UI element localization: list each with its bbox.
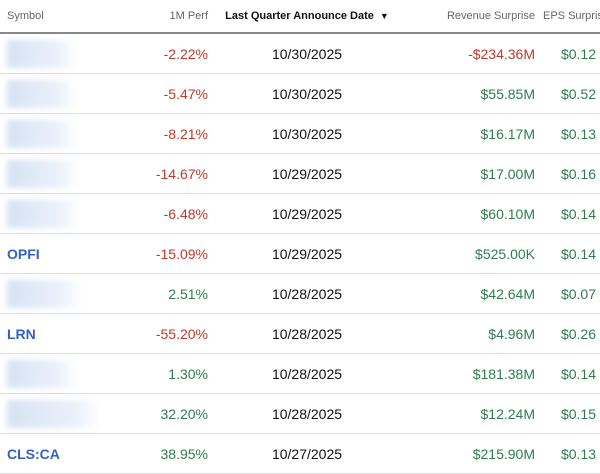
redacted-symbol — [7, 399, 102, 428]
date-cell: 10/29/2025 — [212, 233, 402, 274]
table-row[interactable]: -5.47% 10/30/2025 $55.85M $0.52 — [0, 73, 600, 114]
eps-surprise-cell: $0.52 — [539, 73, 600, 114]
symbol-link[interactable]: OPFI — [0, 233, 110, 274]
perf-cell: 1.30% — [110, 353, 212, 394]
table-row[interactable]: -14.67% 10/29/2025 $17.00M $0.16 — [0, 153, 600, 194]
revenue-surprise-cell: $55.85M — [402, 73, 539, 114]
header-1m-perf[interactable]: 1M Perf — [110, 0, 212, 34]
date-cell: 10/30/2025 — [212, 33, 402, 74]
redacted-symbol — [7, 79, 77, 108]
symbol-cell[interactable] — [0, 153, 110, 194]
perf-cell: -5.47% — [110, 73, 212, 114]
redacted-symbol — [7, 359, 77, 388]
table-row[interactable]: OPFI -15.09% 10/29/2025 $525.00K $0.14 — [0, 233, 600, 274]
symbol-cell[interactable] — [0, 193, 110, 234]
symbol-link[interactable]: CLS:CA — [0, 433, 110, 474]
eps-surprise-cell: $0.07 — [539, 273, 600, 314]
perf-cell: 2.51% — [110, 273, 212, 314]
table-row[interactable]: LRN -55.20% 10/28/2025 $4.96M $0.26 — [0, 313, 600, 354]
sort-desc-icon: ▼ — [379, 11, 389, 21]
date-cell: 10/30/2025 — [212, 113, 402, 154]
header-announce-date-label: Last Quarter Announce Date — [225, 10, 374, 22]
revenue-surprise-cell: $60.10M — [402, 193, 539, 234]
date-cell: 10/30/2025 — [212, 73, 402, 114]
table-row[interactable]: -8.21% 10/30/2025 $16.17M $0.13 — [0, 113, 600, 154]
perf-cell: -55.20% — [110, 313, 212, 354]
date-cell: 10/29/2025 — [212, 193, 402, 234]
header-symbol[interactable]: Symbol — [0, 0, 110, 34]
table-row[interactable]: 32.20% 10/28/2025 $12.24M $0.15 — [0, 393, 600, 434]
perf-cell: -15.09% — [110, 233, 212, 274]
eps-surprise-cell: $0.26 — [539, 313, 600, 354]
revenue-surprise-cell: $42.64M — [402, 273, 539, 314]
symbol-cell[interactable] — [0, 393, 110, 434]
redacted-symbol — [7, 159, 79, 188]
symbol-cell[interactable] — [0, 273, 110, 314]
symbol-link[interactable]: LRN — [0, 313, 110, 354]
perf-cell: -2.22% — [110, 33, 212, 74]
revenue-surprise-cell: $215.90M — [402, 433, 539, 474]
revenue-surprise-cell: $181.38M — [402, 353, 539, 394]
header-announce-date[interactable]: Last Quarter Announce Date ▼ — [212, 0, 402, 34]
header-row: Symbol 1M Perf Last Quarter Announce Dat… — [0, 0, 600, 34]
revenue-surprise-cell: $4.96M — [402, 313, 539, 354]
table-row[interactable]: 1.30% 10/28/2025 $181.38M $0.14 — [0, 353, 600, 394]
symbol-cell[interactable] — [0, 353, 110, 394]
table-row[interactable]: -2.22% 10/30/2025 -$234.36M $0.12 — [0, 33, 600, 74]
revenue-surprise-cell: $525.00K — [402, 233, 539, 274]
redacted-symbol — [7, 119, 77, 148]
perf-cell: 38.95% — [110, 433, 212, 474]
table-row[interactable]: -6.48% 10/29/2025 $60.10M $0.14 — [0, 193, 600, 234]
symbol-cell[interactable] — [0, 33, 110, 74]
perf-cell: -14.67% — [110, 153, 212, 194]
eps-surprise-cell: $0.14 — [539, 193, 600, 234]
eps-surprise-cell: $0.12 — [539, 33, 600, 74]
redacted-symbol — [7, 279, 82, 308]
eps-surprise-cell: $0.14 — [539, 233, 600, 274]
revenue-surprise-cell: -$234.36M — [402, 33, 539, 74]
date-cell: 10/28/2025 — [212, 393, 402, 434]
earnings-table: Symbol 1M Perf Last Quarter Announce Dat… — [0, 0, 600, 474]
eps-surprise-cell: $0.15 — [539, 393, 600, 434]
symbol-cell[interactable] — [0, 73, 110, 114]
date-cell: 10/28/2025 — [212, 353, 402, 394]
redacted-symbol — [7, 199, 79, 228]
perf-cell: -6.48% — [110, 193, 212, 234]
redacted-symbol — [7, 39, 77, 68]
symbol-cell[interactable] — [0, 113, 110, 154]
eps-surprise-cell: $0.13 — [539, 433, 600, 474]
eps-surprise-cell: $0.14 — [539, 353, 600, 394]
header-revenue-surprise[interactable]: Revenue Surprise — [402, 0, 539, 34]
date-cell: 10/28/2025 — [212, 273, 402, 314]
table-row[interactable]: CLS:CA 38.95% 10/27/2025 $215.90M $0.13 — [0, 433, 600, 474]
eps-surprise-cell: $0.13 — [539, 113, 600, 154]
table-row[interactable]: 2.51% 10/28/2025 $42.64M $0.07 — [0, 273, 600, 314]
date-cell: 10/29/2025 — [212, 153, 402, 194]
perf-cell: 32.20% — [110, 393, 212, 434]
date-cell: 10/28/2025 — [212, 313, 402, 354]
perf-cell: -8.21% — [110, 113, 212, 154]
eps-surprise-cell: $0.16 — [539, 153, 600, 194]
header-eps-surprise[interactable]: EPS Surprise — [539, 0, 600, 34]
revenue-surprise-cell: $16.17M — [402, 113, 539, 154]
date-cell: 10/27/2025 — [212, 433, 402, 474]
revenue-surprise-cell: $12.24M — [402, 393, 539, 434]
revenue-surprise-cell: $17.00M — [402, 153, 539, 194]
